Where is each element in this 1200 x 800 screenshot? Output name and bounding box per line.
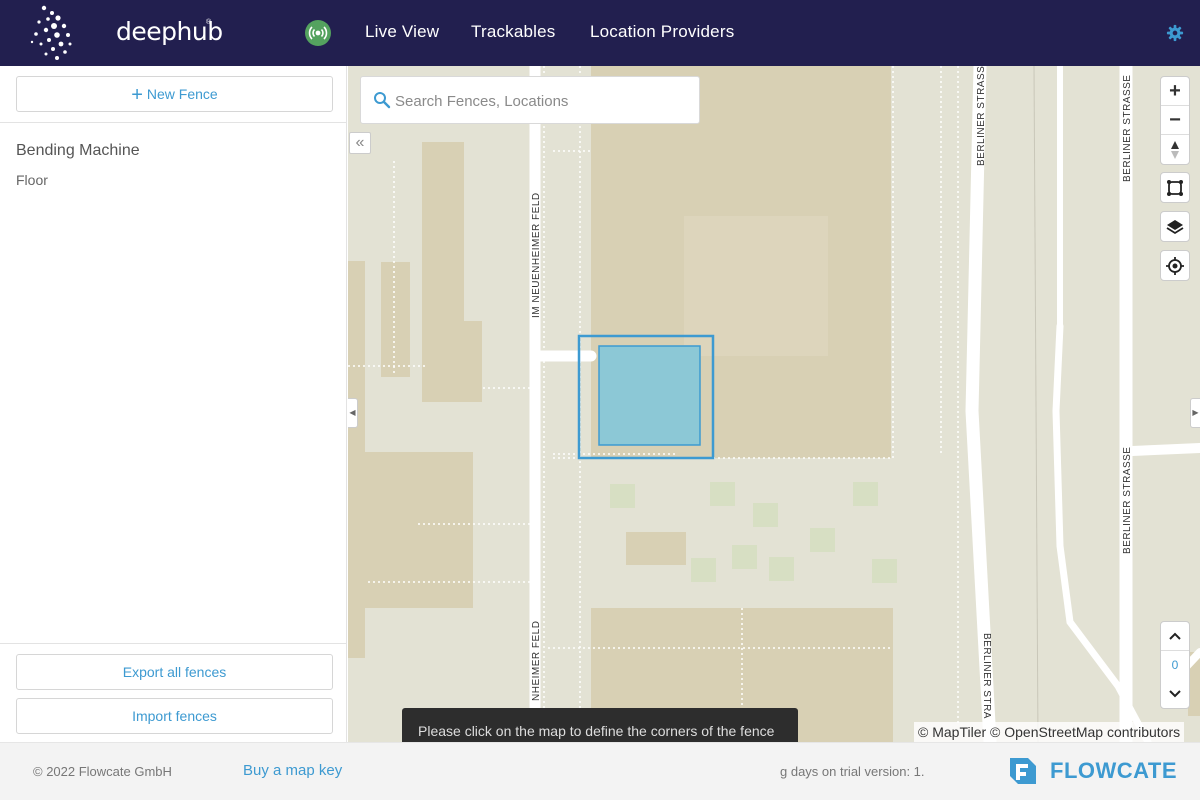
layers-button[interactable]	[1161, 212, 1189, 241]
crosshair-icon	[1166, 256, 1184, 275]
double-chevron-left-icon[interactable]: «	[349, 132, 371, 154]
chevron-up-icon	[1169, 632, 1181, 640]
plus-icon: +	[131, 84, 143, 106]
compass-button[interactable]	[1161, 135, 1189, 164]
footer: © 2022 Flowcate GmbH Buy a map key g day…	[0, 742, 1200, 800]
new-fence-button[interactable]: + New Fence	[16, 76, 333, 112]
search-input[interactable]	[395, 89, 685, 113]
street-label: NHEIMER FELD	[531, 621, 542, 701]
deephub-logo-icon	[30, 5, 72, 60]
map-tiles: IM NEUENHEIMER FELD NHEIMER FELD BERLINE…	[348, 66, 1200, 742]
street-label: BERLINER STRA	[981, 633, 992, 719]
broadcast-status-icon[interactable]	[305, 20, 331, 46]
street-label: BERLINER STRASSE	[1122, 75, 1133, 182]
zoom-in-button[interactable]: +	[1161, 77, 1189, 106]
nav-trackables[interactable]: Trackables	[471, 22, 556, 42]
settings-gear-icon[interactable]	[1166, 24, 1184, 42]
street-label: BERLINER STRASSE	[976, 66, 987, 166]
street-label: BERLINER STRASSE	[1122, 447, 1133, 554]
nav-location-providers[interactable]: Location Providers	[590, 22, 734, 42]
floor-selector: 0	[1160, 621, 1190, 709]
map-attribution[interactable]: © MapTiler © OpenStreetMap contributors	[914, 722, 1185, 742]
flowcate-logo-icon	[1010, 758, 1036, 784]
flowcate-brand: FLOWCATE	[1050, 758, 1178, 783]
locate-control	[1160, 250, 1190, 281]
zoom-out-button[interactable]: −	[1161, 106, 1189, 135]
layers-control	[1160, 211, 1190, 242]
fence-polygon	[598, 345, 701, 446]
collapse-left-panel-icon[interactable]: ◀	[348, 398, 358, 428]
street-label: IM NEUENHEIMER FELD	[531, 192, 542, 318]
floor-up-button[interactable]	[1161, 622, 1189, 651]
compass-icon	[1171, 140, 1179, 159]
floor-value: 0	[1171, 658, 1179, 672]
zoom-controls: + −	[1160, 76, 1190, 165]
new-fence-label: New Fence	[146, 86, 218, 102]
chevron-down-icon	[1169, 689, 1181, 697]
fence-type: Floor	[16, 172, 48, 188]
map-canvas[interactable]: IM NEUENHEIMER FELD NHEIMER FELD BERLINE…	[348, 66, 1200, 742]
trial-status-text: g days on trial version: 1.	[780, 764, 925, 779]
registered-mark: ®	[206, 19, 212, 26]
polygon-draw-icon	[1167, 179, 1183, 196]
sidebar-divider	[0, 643, 347, 644]
export-fences-button[interactable]: Export all fences	[16, 654, 333, 690]
buy-map-key-link[interactable]: Buy a map key	[243, 762, 342, 779]
draw-polygon-control	[1160, 172, 1190, 203]
expand-right-panel-icon[interactable]: ▶	[1190, 398, 1200, 428]
fence-name: Bending Machine	[16, 142, 140, 159]
layers-icon	[1166, 219, 1184, 234]
search-box[interactable]	[360, 76, 700, 124]
floor-down-button[interactable]	[1161, 679, 1189, 708]
draw-polygon-button[interactable]	[1161, 173, 1189, 202]
fence-sidebar: + New Fence Bending Machine Floor Export…	[0, 66, 347, 742]
locate-button[interactable]	[1161, 251, 1189, 280]
import-fences-button[interactable]: Import fences	[16, 698, 333, 734]
sidebar-divider	[0, 122, 347, 123]
draw-instruction-toast: Please click on the map to define the co…	[402, 708, 798, 742]
top-navbar: deephub ® Live View Trackables Location …	[0, 0, 1200, 66]
copyright-text: © 2022 Flowcate GmbH	[33, 764, 172, 779]
nav-live-view[interactable]: Live View	[365, 22, 439, 42]
deephub-logo[interactable]: deephub ®	[30, 4, 223, 64]
search-icon	[374, 92, 391, 109]
